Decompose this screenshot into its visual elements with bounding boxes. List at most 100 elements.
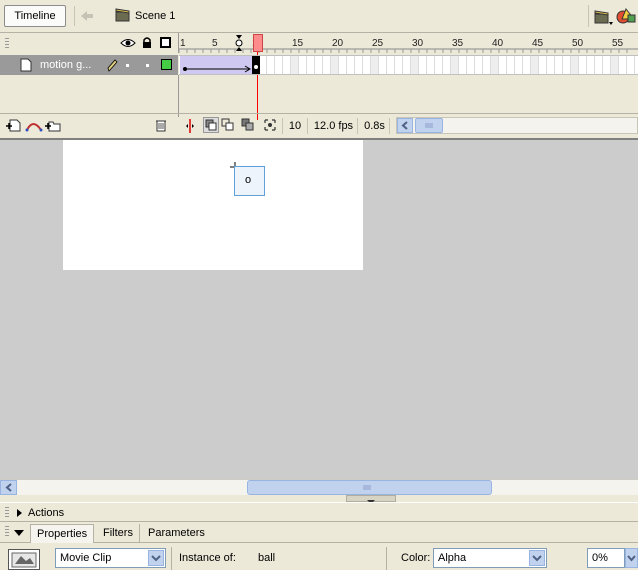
frame-cell[interactable] bbox=[603, 56, 611, 74]
layer-outline-color-swatch[interactable] bbox=[161, 59, 172, 70]
keyframe-end[interactable] bbox=[252, 56, 260, 74]
frame-cell[interactable] bbox=[299, 56, 307, 74]
alpha-slider-arrow-icon[interactable] bbox=[625, 548, 638, 568]
alpha-amount-field[interactable]: 0% bbox=[587, 548, 625, 568]
actions-panel-header[interactable]: Actions bbox=[0, 502, 638, 522]
onion-skin-outlines-icon[interactable] bbox=[220, 117, 236, 133]
frame-cell[interactable] bbox=[403, 56, 411, 74]
frame-cell[interactable] bbox=[451, 56, 459, 74]
layer-row[interactable]: motion g... bbox=[0, 55, 178, 75]
frame-cell[interactable] bbox=[371, 56, 379, 74]
frame-cell[interactable] bbox=[435, 56, 443, 74]
frame-cell[interactable] bbox=[379, 56, 387, 74]
frame-cell[interactable] bbox=[595, 56, 603, 74]
frame-cell[interactable] bbox=[323, 56, 331, 74]
tab-parameters[interactable]: Parameters bbox=[142, 524, 211, 543]
tab-properties[interactable]: Properties bbox=[30, 524, 95, 543]
properties-gripper[interactable] bbox=[5, 526, 9, 538]
frame-cell[interactable] bbox=[507, 56, 515, 74]
color-chevron-down-icon[interactable] bbox=[529, 550, 545, 566]
stage-scroll-thumb[interactable] bbox=[247, 480, 492, 495]
stage-canvas[interactable] bbox=[63, 140, 363, 270]
collapse-arrow-icon[interactable] bbox=[346, 495, 396, 504]
frame-ruler[interactable] bbox=[178, 33, 638, 53]
stage-workspace[interactable]: o bbox=[0, 138, 638, 479]
timeline-scroll-thumb[interactable] bbox=[415, 118, 443, 133]
frame-cell[interactable] bbox=[283, 56, 291, 74]
edit-multiple-frames-icon[interactable] bbox=[240, 117, 256, 133]
center-frame-icon[interactable] bbox=[184, 118, 196, 134]
frame-cell[interactable] bbox=[419, 56, 427, 74]
scroll-left-arrow-icon[interactable] bbox=[397, 118, 413, 133]
timeline-hscrollbar[interactable] bbox=[396, 117, 638, 134]
frame-cell[interactable] bbox=[467, 56, 475, 74]
frame-cell[interactable] bbox=[387, 56, 395, 74]
modify-onion-markers-icon[interactable] bbox=[262, 117, 278, 133]
frame-cell[interactable] bbox=[563, 56, 571, 74]
stage-hscrollbar[interactable] bbox=[0, 479, 638, 495]
actions-gripper[interactable] bbox=[5, 507, 9, 519]
layer-name[interactable]: motion g... bbox=[40, 60, 91, 71]
frame-cell[interactable] bbox=[411, 56, 419, 74]
frame-cell[interactable] bbox=[523, 56, 531, 74]
onion-skin-start-marker[interactable] bbox=[234, 35, 244, 51]
frame-cell[interactable] bbox=[587, 56, 595, 74]
color-effect-select[interactable]: Alpha bbox=[433, 548, 547, 568]
scene-breadcrumb[interactable]: Scene 1 bbox=[135, 11, 175, 22]
frame-cell[interactable] bbox=[347, 56, 355, 74]
symbol-type-select[interactable]: Movie Clip bbox=[55, 548, 166, 568]
panel-gripper[interactable] bbox=[5, 38, 9, 50]
frame-cell[interactable] bbox=[355, 56, 363, 74]
panel-splitter[interactable] bbox=[0, 495, 638, 504]
frame-cell[interactable] bbox=[531, 56, 539, 74]
frame-cell[interactable] bbox=[395, 56, 403, 74]
edit-symbols-icon[interactable] bbox=[614, 5, 638, 27]
frame-cell[interactable] bbox=[555, 56, 563, 74]
frame-cell[interactable] bbox=[539, 56, 547, 74]
tab-filters[interactable]: Filters bbox=[97, 524, 140, 543]
frame-rate-field[interactable]: 12.0 fps bbox=[310, 118, 358, 134]
back-arrow-icon[interactable] bbox=[74, 6, 98, 26]
frame-cell[interactable] bbox=[291, 56, 299, 74]
frame-cell[interactable] bbox=[483, 56, 491, 74]
onion-skin-icon[interactable] bbox=[203, 117, 219, 133]
frame-cell[interactable] bbox=[315, 56, 323, 74]
stage-scroll-left-arrow-icon[interactable] bbox=[0, 480, 17, 495]
collapse-down-arrow-icon[interactable] bbox=[14, 528, 24, 536]
chevron-down-icon[interactable] bbox=[148, 550, 164, 566]
insert-folder-icon[interactable] bbox=[45, 118, 61, 132]
show-hide-eye-icon[interactable] bbox=[120, 37, 136, 49]
edit-scene-icon[interactable] bbox=[588, 5, 613, 27]
insert-layer-icon[interactable] bbox=[6, 118, 22, 132]
frame-cell[interactable] bbox=[443, 56, 451, 74]
frame-cell[interactable] bbox=[275, 56, 283, 74]
frame-cell[interactable] bbox=[547, 56, 555, 74]
timeline-toggle-button[interactable]: Timeline bbox=[4, 5, 66, 27]
frame-cell[interactable] bbox=[499, 56, 507, 74]
outline-toggle-icon[interactable] bbox=[160, 37, 171, 48]
lock-icon[interactable] bbox=[141, 36, 153, 49]
add-motion-guide-icon[interactable] bbox=[25, 118, 43, 132]
frames-track[interactable] bbox=[179, 55, 638, 75]
layer-visibility-dot[interactable] bbox=[126, 64, 129, 67]
playhead[interactable] bbox=[253, 34, 263, 52]
frame-cell[interactable] bbox=[307, 56, 315, 74]
frame-cell[interactable] bbox=[459, 56, 467, 74]
frame-cell[interactable] bbox=[339, 56, 347, 74]
frame-cell[interactable] bbox=[331, 56, 339, 74]
frame-cell[interactable] bbox=[427, 56, 435, 74]
delete-layer-trash-icon[interactable] bbox=[155, 118, 167, 132]
frame-cell[interactable] bbox=[363, 56, 371, 74]
frame-cell[interactable] bbox=[611, 56, 619, 74]
frame-cell[interactable] bbox=[515, 56, 523, 74]
frame-cell[interactable] bbox=[619, 56, 627, 74]
frame-cell[interactable] bbox=[571, 56, 579, 74]
ball-instance[interactable]: o bbox=[234, 166, 265, 196]
frame-cell[interactable] bbox=[579, 56, 587, 74]
layer-lock-dot[interactable] bbox=[146, 64, 149, 67]
frame-cell[interactable] bbox=[259, 56, 267, 74]
frame-cell[interactable] bbox=[267, 56, 275, 74]
frame-cell[interactable] bbox=[475, 56, 483, 74]
frame-cell[interactable] bbox=[491, 56, 499, 74]
frame-cell[interactable] bbox=[627, 56, 635, 74]
